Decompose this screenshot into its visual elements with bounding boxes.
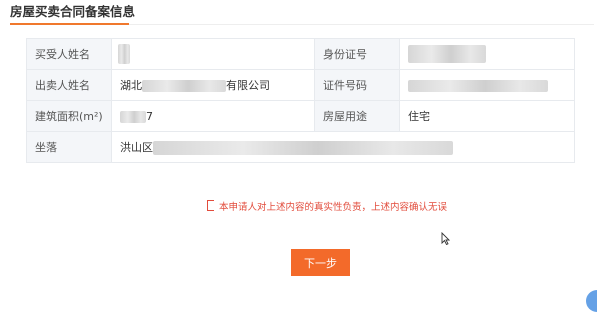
redacted-certificate-number bbox=[408, 79, 548, 92]
section-title: 房屋买卖合同备案信息 bbox=[10, 4, 136, 19]
next-step-button[interactable]: 下一步 bbox=[291, 249, 350, 276]
certificate-number-label: 证件号码 bbox=[314, 69, 400, 101]
redacted-location bbox=[153, 141, 453, 155]
house-usage-value: 住宅 bbox=[399, 100, 575, 132]
floor-area-label: 建筑面积(m²) bbox=[26, 100, 112, 132]
redacted-seller-name bbox=[142, 80, 226, 92]
redacted-id-number bbox=[408, 45, 486, 63]
confirm-checkbox[interactable] bbox=[207, 200, 214, 211]
title-divider bbox=[129, 24, 594, 25]
id-number-value bbox=[399, 38, 575, 70]
floor-area-value: 7 bbox=[111, 100, 315, 132]
certificate-number-value bbox=[399, 69, 575, 101]
mouse-cursor-icon bbox=[441, 232, 450, 245]
seller-name-value: 湖北 有限公司 bbox=[111, 69, 315, 101]
seller-name-label: 出卖人姓名 bbox=[26, 69, 112, 101]
confirm-statement[interactable]: 本申请人对上述内容的真实性负责，上述内容确认无误 bbox=[207, 200, 447, 214]
redacted-buyer-name bbox=[118, 44, 130, 64]
id-number-label: 身份证号 bbox=[314, 38, 400, 70]
location-label: 坐落 bbox=[26, 131, 112, 163]
contract-info-table: 买受人姓名 身份证号 出卖人姓名 湖北 有限公司 证件号码 建筑面积(m²) 7 … bbox=[26, 38, 575, 163]
confirm-text: 本申请人对上述内容的真实性负责，上述内容确认无误 bbox=[219, 202, 448, 213]
buyer-name-label: 买受人姓名 bbox=[26, 38, 112, 70]
table-row: 建筑面积(m²) 7 房屋用途 住宅 bbox=[26, 100, 575, 132]
title-underline bbox=[10, 23, 129, 25]
table-row: 买受人姓名 身份证号 bbox=[26, 38, 575, 70]
location-value: 洪山区 bbox=[111, 131, 575, 163]
house-usage-label: 房屋用途 bbox=[314, 100, 400, 132]
table-row: 坐落 洪山区 bbox=[26, 131, 575, 163]
help-float-icon[interactable] bbox=[586, 290, 597, 312]
redacted-floor-area bbox=[120, 110, 146, 123]
buyer-name-value bbox=[111, 38, 315, 70]
table-row: 出卖人姓名 湖北 有限公司 证件号码 bbox=[26, 69, 575, 101]
